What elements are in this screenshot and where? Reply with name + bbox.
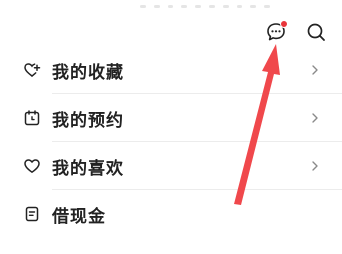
calendar-clock-icon (22, 108, 42, 128)
status-bar-remnant (140, 2, 270, 12)
chevron-right-icon (312, 113, 318, 123)
search-button[interactable] (304, 20, 328, 44)
menu-item-cash-loan[interactable]: 借现金 (0, 190, 342, 238)
heart-icon (22, 156, 42, 176)
menu-item-likes[interactable]: 我的喜欢 (0, 142, 342, 190)
search-icon (307, 23, 325, 41)
chevron-right-icon (312, 65, 318, 75)
menu-item-label: 我的喜欢 (52, 158, 124, 179)
menu-item-label: 借现金 (52, 206, 106, 227)
profile-menu: 我的收藏 我的预约 我的喜欢 借现金 (0, 46, 342, 238)
message-button[interactable] (264, 20, 288, 44)
top-toolbar (264, 18, 328, 46)
menu-item-label: 我的预约 (52, 110, 124, 131)
unread-badge (280, 20, 288, 28)
menu-item-label: 我的收藏 (52, 62, 124, 83)
heart-plus-icon (22, 60, 42, 80)
document-icon (22, 204, 42, 224)
chevron-right-icon (312, 161, 318, 171)
menu-item-reservations[interactable]: 我的预约 (0, 94, 342, 142)
menu-item-favorites[interactable]: 我的收藏 (0, 46, 342, 94)
